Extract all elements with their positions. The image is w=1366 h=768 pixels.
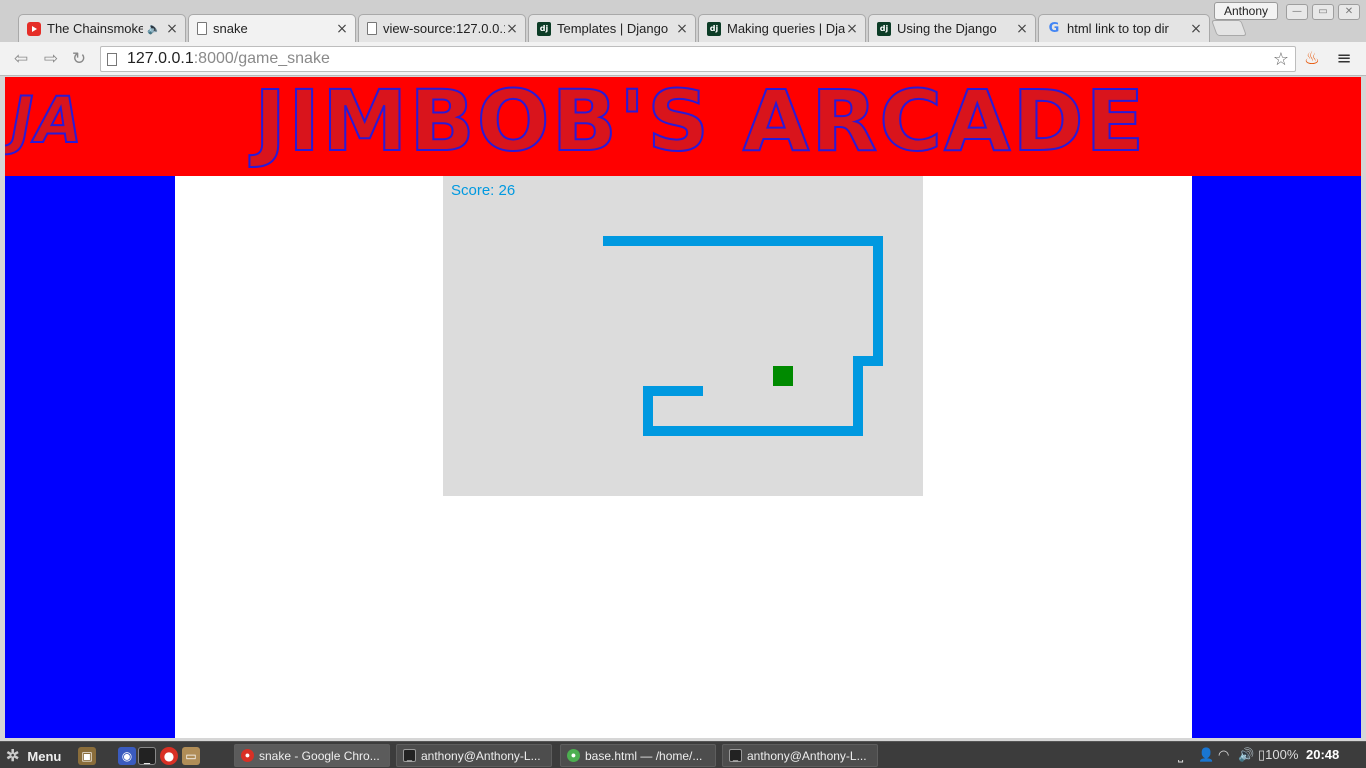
task-title: base.html — /home/... [585,748,703,763]
tab-snake[interactable]: snake × [188,14,356,42]
url-path: :8000/game_snake [193,50,330,67]
bookmark-star-icon[interactable]: ☆ [1273,49,1289,70]
task-editor[interactable]: ● base.html — /home/... [560,744,716,767]
hamburger-menu-icon[interactable]: ≡ [1334,48,1354,70]
speaker-icon[interactable]: 🔈 [147,22,161,35]
tab-django-templates[interactable]: dj Templates | Django × [528,14,696,42]
snake [603,236,883,436]
django-icon: dj [707,21,721,36]
task-terminal-1[interactable]: _ anthony@Anthony-L... [396,744,552,767]
tab-title: Templates | Django [557,21,669,36]
tab-title: The Chainsmokers [47,21,144,36]
start-menu-button[interactable]: ✲ Menu [6,746,61,766]
task-chrome[interactable]: ● snake - Google Chro... [234,744,390,767]
task-title: anthony@Anthony-L... [747,748,867,763]
user-icon[interactable]: 👤 [1198,747,1214,763]
chrome-launcher-icon[interactable]: ● [160,747,178,765]
page-icon [367,22,377,35]
tab-django-using[interactable]: dj Using the Django × [868,14,1036,42]
tab-django-queries[interactable]: dj Making queries | Django × [698,14,866,42]
forward-icon[interactable]: ⇨ [40,48,62,70]
profile-button[interactable]: Anthony [1214,2,1278,20]
clock[interactable]: 20:48 [1306,747,1339,762]
folder-launcher-icon[interactable]: ▭ [182,747,200,765]
close-tab-icon[interactable]: × [845,21,859,37]
google-icon: G [1048,21,1060,36]
left-sidebar [5,176,175,738]
tab-title: Using the Django [897,21,997,36]
close-tab-icon[interactable]: × [675,21,689,37]
minimize-icon[interactable]: — [1286,4,1308,20]
tab-title: view-source:127.0.0.1 [383,21,505,36]
menu-label: Menu [27,748,62,764]
battery-indicator[interactable]: ▯100% [1258,747,1298,763]
reload-icon[interactable]: ↻ [68,48,90,70]
terminal-icon: _ [403,749,416,762]
battery-percent: 100% [1265,747,1299,762]
taskbar: ✲ Menu ▣ ◉ _ ● ▭ ● snake - Google Chro..… [0,741,1366,768]
tab-title: html link to top dir [1067,21,1169,36]
snake-game-board[interactable]: Score: 26 [443,176,923,496]
close-tab-icon[interactable]: × [505,21,519,37]
terminal-launcher-icon[interactable]: _ [138,747,156,765]
page-icon [197,22,207,35]
gear-icon: ✲ [6,748,20,765]
wifi-icon[interactable]: ◠ [1218,747,1229,763]
browser-tab-strip: The Chainsmokers 🔈 × snake × view-source… [0,0,1366,42]
editor-icon: ● [567,749,580,762]
snake-canvas [603,236,883,436]
youtube-icon [27,21,41,36]
tab-google-search[interactable]: G html link to top dir × [1038,14,1210,42]
back-icon[interactable]: ⇦ [10,48,32,70]
tab-view-source[interactable]: view-source:127.0.0.1 × [358,14,526,42]
header-banner: JA JIMBOB'S ARCADE [5,77,1361,176]
keyboard-icon[interactable]: ⎵ [1178,747,1183,763]
tab-youtube[interactable]: The Chainsmokers 🔈 × [18,14,186,42]
task-title: snake - Google Chro... [259,748,380,763]
extension-flame-icon[interactable]: ♨ [1302,48,1322,70]
tab-title: Making queries | Django [727,21,845,36]
close-tab-icon[interactable]: × [1189,21,1203,37]
new-tab-button[interactable] [1211,20,1247,36]
close-tab-icon[interactable]: × [1015,21,1029,37]
close-window-icon[interactable]: ✕ [1338,4,1360,20]
file-manager-launcher-icon[interactable]: ▣ [78,747,96,765]
close-tab-icon[interactable]: × [335,21,349,37]
page-info-icon[interactable] [107,52,117,66]
url-host: 127.0.0.1 [127,50,194,67]
food [773,366,793,386]
chrome-icon: ● [241,749,254,762]
page-viewport: JA JIMBOB'S ARCADE Score: 26 [5,77,1361,738]
django-icon: dj [537,21,551,36]
tab-title: snake [213,21,248,36]
close-tab-icon[interactable]: × [165,21,179,37]
site-logo[interactable]: JA [10,88,84,153]
terminal-icon: _ [729,749,742,762]
browser-launcher-icon[interactable]: ◉ [118,747,136,765]
django-icon: dj [877,21,891,36]
address-bar[interactable]: 127.0.0.1:8000/game_snake ☆ [100,46,1296,72]
right-sidebar [1192,176,1361,738]
site-title: JIMBOB'S ARCADE [253,77,1147,170]
volume-icon[interactable]: 🔊 [1238,747,1254,763]
browser-toolbar: ⇦ ⇨ ↻ 127.0.0.1:8000/game_snake ☆ ♨ ≡ [0,42,1366,76]
task-terminal-2[interactable]: _ anthony@Anthony-L... [722,744,878,767]
maximize-icon[interactable]: ▭ [1312,4,1334,20]
task-title: anthony@Anthony-L... [421,748,541,763]
